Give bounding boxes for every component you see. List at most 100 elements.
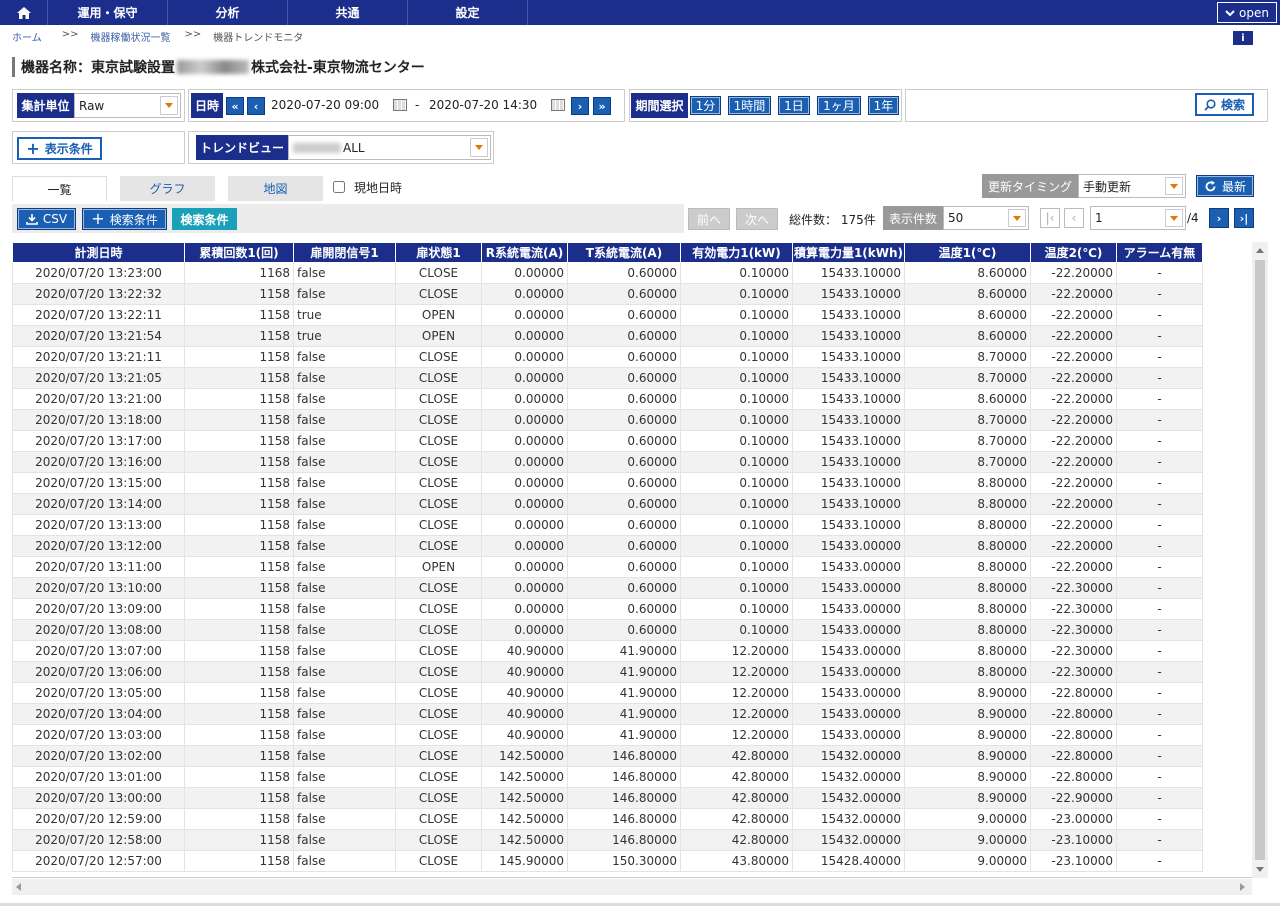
column-header[interactable]: 温度2(℃) [1030, 242, 1117, 263]
refresh-icon [1205, 180, 1216, 191]
menu-settings[interactable]: 設定 [408, 0, 528, 25]
table-row[interactable]: 2020/07/20 13:21:54 1158 true OPEN 0.00000 0.… [12, 325, 1203, 347]
open-button[interactable]: open [1217, 2, 1277, 23]
table-row[interactable]: 2020/07/20 13:22:32 1158 false CLOSE 0.00000… [12, 283, 1203, 305]
vertical-scrollbar[interactable] [1252, 242, 1268, 878]
table-row[interactable]: 2020/07/20 13:07:00 1158 false CLOSE 40.9000… [12, 640, 1203, 662]
date-to[interactable]: 2020-07-20 14:30 [429, 98, 537, 112]
column-header[interactable]: 積算電力量1(kWh) [792, 242, 905, 263]
period-1min-button[interactable]: 1分 [690, 96, 721, 115]
column-header[interactable]: 有効電力1(kW) [680, 242, 793, 263]
date-prev-button[interactable]: ‹ [247, 97, 265, 115]
scroll-left-icon[interactable] [16, 883, 21, 891]
table-row[interactable]: 2020/07/20 13:00:00 1158 false CLOSE 142.500… [12, 787, 1203, 809]
table-row[interactable]: 2020/07/20 13:05:00 1158 false CLOSE 40.9000… [12, 682, 1203, 704]
local-time-checkbox[interactable] [333, 181, 345, 193]
period-1day-button[interactable]: 1日 [778, 96, 810, 115]
refresh-button[interactable]: 最新 [1196, 175, 1254, 197]
column-header[interactable]: 累積回数1(回) [184, 242, 294, 263]
aggregation-value: Raw [79, 98, 105, 113]
column-header[interactable]: 計測日時 [12, 242, 185, 263]
column-header[interactable]: 温度1(℃) [904, 242, 1031, 263]
calendar-icon[interactable] [551, 99, 565, 111]
table-row[interactable]: 2020/07/20 13:03:00 1158 false CLOSE 40.9000… [12, 724, 1203, 746]
table-row[interactable]: 2020/07/20 13:22:11 1158 true OPEN 0.00000 0.… [12, 304, 1203, 326]
tab-graph[interactable]: グラフ [120, 176, 215, 201]
scrollbar-thumb[interactable] [1255, 260, 1265, 860]
search-condition-button[interactable]: + 検索条件 [82, 208, 167, 230]
prev-page-button[interactable]: 前へ [688, 208, 730, 230]
page-size-select[interactable]: 50 [943, 206, 1029, 230]
breadcrumb-home[interactable]: ホーム [12, 29, 42, 44]
table-cell: 0.00000 [481, 262, 568, 284]
column-header[interactable]: 扉状態1 [395, 242, 482, 263]
page-number-select[interactable]: 1 [1090, 206, 1186, 230]
table-row[interactable]: 2020/07/20 12:58:00 1158 false CLOSE 142.500… [12, 829, 1203, 851]
info-icon[interactable]: i [1233, 31, 1253, 45]
date-first-button[interactable]: « [226, 97, 244, 115]
table-cell: 1158 [184, 598, 294, 620]
date-next-button[interactable]: › [571, 97, 589, 115]
table-row[interactable]: 2020/07/20 13:21:11 1158 false CLOSE 0.00000… [12, 346, 1203, 368]
period-1month-button[interactable]: 1ヶ月 [817, 96, 861, 115]
home-button[interactable] [0, 0, 48, 25]
period-1hour-button[interactable]: 1時間 [728, 96, 771, 115]
table-row[interactable]: 2020/07/20 13:08:00 1158 false CLOSE 0.00000… [12, 619, 1203, 641]
horizontal-scrollbar[interactable] [12, 879, 1252, 895]
previous-page-icon-button[interactable]: ‹ [1064, 208, 1084, 228]
menu-common[interactable]: 共通 [288, 0, 408, 25]
table-row[interactable]: 2020/07/20 13:21:00 1158 false CLOSE 0.00000… [12, 388, 1203, 410]
csv-button[interactable]: CSV [17, 208, 76, 230]
table-row[interactable]: 2020/07/20 13:13:00 1158 false CLOSE 0.00000… [12, 514, 1203, 536]
last-page-button[interactable]: ›| [1234, 208, 1254, 228]
table-row[interactable]: 2020/07/20 13:15:00 1158 false CLOSE 0.00000… [12, 472, 1203, 494]
first-page-button[interactable]: |‹ [1040, 208, 1060, 228]
page-title: 機器名称：東京試験設置 株式会社-東京物流センター [12, 57, 425, 77]
column-header[interactable]: 扉開閉信号1 [293, 242, 396, 263]
date-last-button[interactable]: » [593, 97, 611, 115]
table-row[interactable]: 2020/07/20 13:11:00 1158 false OPEN 0.00000 0… [12, 556, 1203, 578]
tab-map[interactable]: 地図 [228, 176, 323, 201]
table-row[interactable]: 2020/07/20 13:02:00 1158 false CLOSE 142.500… [12, 745, 1203, 767]
tab-list[interactable]: 一覧 [12, 176, 107, 201]
table-cell: 15433.10000 [792, 388, 905, 410]
table-row[interactable]: 2020/07/20 13:18:00 1158 false CLOSE 0.00000… [12, 409, 1203, 431]
table-row[interactable]: 2020/07/20 13:16:00 1158 false CLOSE 0.00000… [12, 451, 1203, 473]
column-header[interactable]: アラーム有無 [1116, 242, 1203, 263]
table-row[interactable]: 2020/07/20 13:10:00 1158 false CLOSE 0.00000… [12, 577, 1203, 599]
table-row[interactable]: 2020/07/20 12:59:00 1158 false CLOSE 142.500… [12, 808, 1203, 830]
table-row[interactable]: 2020/07/20 12:57:00 1158 false CLOSE 145.900… [12, 850, 1203, 872]
menu-analysis[interactable]: 分析 [168, 0, 288, 25]
data-table-container: 計測日時 累積回数1(回) 扉開閉信号1 扉状態1 R系統電流(A) T系統電流(A) 有効… [12, 242, 1252, 878]
table-cell: CLOSE [395, 388, 482, 410]
table-row[interactable]: 2020/07/20 13:23:00 1168 false CLOSE 0.00000… [12, 262, 1203, 284]
scroll-right-icon[interactable] [1240, 883, 1245, 891]
table-cell: 12.20000 [680, 703, 793, 725]
update-timing-select[interactable]: 手動更新 [1078, 174, 1186, 198]
table-row[interactable]: 2020/07/20 13:01:00 1158 false CLOSE 142.500… [12, 766, 1203, 788]
column-header[interactable]: R系統電流(A) [481, 242, 568, 263]
table-row[interactable]: 2020/07/20 13:06:00 1158 false CLOSE 40.9000… [12, 661, 1203, 683]
date-from[interactable]: 2020-07-20 09:00 [271, 98, 379, 112]
menu-operation[interactable]: 運用・保守 [48, 0, 168, 25]
next-page-button[interactable]: 次へ [736, 208, 778, 230]
table-cell: 8.70000 [904, 367, 1031, 389]
column-header[interactable]: T系統電流(A) [567, 242, 681, 263]
table-row[interactable]: 2020/07/20 13:21:05 1158 false CLOSE 0.00000… [12, 367, 1203, 389]
display-condition-button[interactable]: + 表示条件 [17, 137, 102, 160]
table-row[interactable]: 2020/07/20 13:17:00 1158 false CLOSE 0.00000… [12, 430, 1203, 452]
table-row[interactable]: 2020/07/20 13:09:00 1158 false CLOSE 0.00000… [12, 598, 1203, 620]
calendar-icon[interactable] [393, 99, 407, 111]
search-condition-tag[interactable]: 検索条件 [172, 208, 237, 230]
next-page-icon-button[interactable]: › [1209, 208, 1229, 228]
trend-view-select[interactable]: ALL [288, 135, 491, 160]
table-row[interactable]: 2020/07/20 13:12:00 1158 false CLOSE 0.00000… [12, 535, 1203, 557]
breadcrumb-list[interactable]: 機器稼働状況一覧 [90, 29, 170, 44]
table-row[interactable]: 2020/07/20 13:14:00 1158 false CLOSE 0.00000… [12, 493, 1203, 515]
period-1year-button[interactable]: 1年 [868, 96, 899, 115]
scroll-up-icon[interactable] [1256, 248, 1264, 253]
aggregation-select[interactable]: Raw [74, 93, 181, 118]
scroll-down-icon[interactable] [1256, 867, 1264, 872]
search-button[interactable]: 検索 [1195, 93, 1254, 116]
table-row[interactable]: 2020/07/20 13:04:00 1158 false CLOSE 40.9000… [12, 703, 1203, 725]
